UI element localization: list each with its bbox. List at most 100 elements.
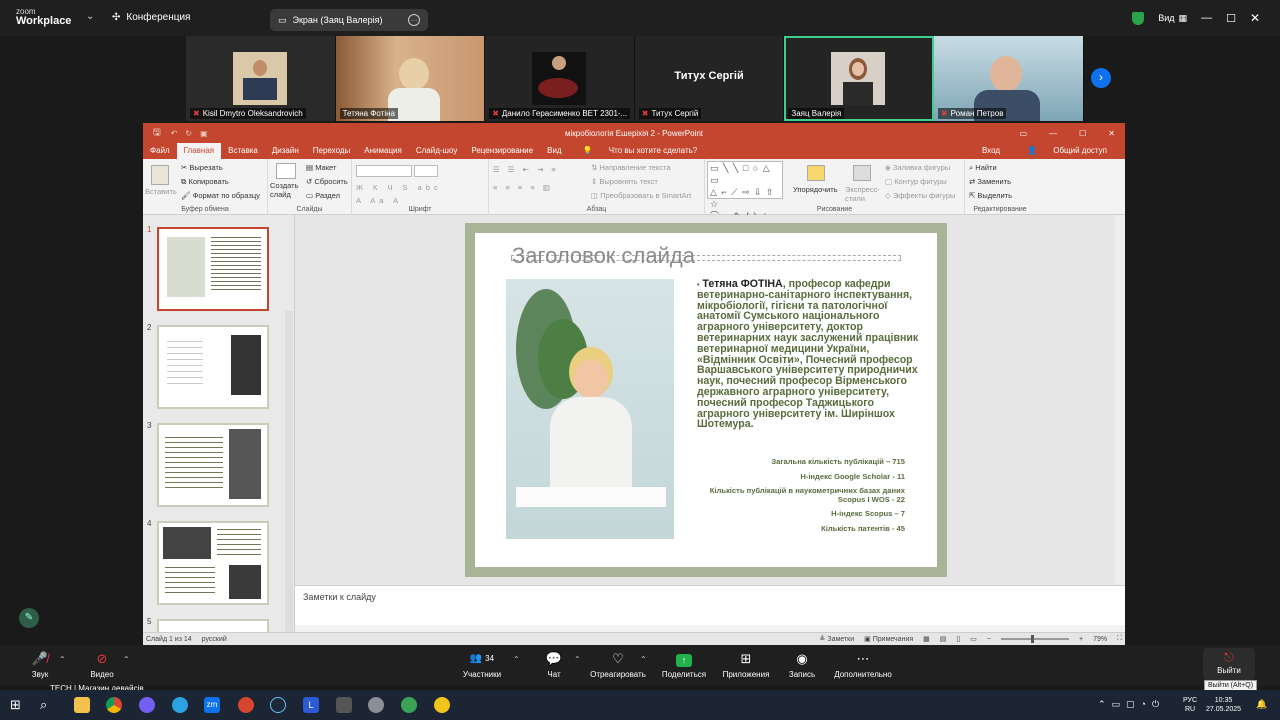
tab-transitions[interactable]: Переходы [306,143,358,159]
react-button[interactable]: ♡ Отреагировать [588,649,648,681]
new-slide-icon[interactable] [276,163,296,179]
zoom-level[interactable]: 79% [1093,636,1107,643]
chrome-icon[interactable] [106,697,122,713]
list-icons[interactable]: ☰ ☰ ⇤ ⇥ ≡ [493,165,559,174]
app-icon[interactable] [434,697,450,713]
tab-home[interactable]: Главная [176,143,222,159]
clock[interactable]: 10:35 27.05.2025 [1206,696,1241,714]
app-icon[interactable] [238,697,254,713]
copy-button[interactable]: ⧉ Копировать [181,177,229,187]
more-icon[interactable]: … [408,14,420,26]
canvas-scrollbar[interactable] [1115,215,1125,585]
signin-link[interactable]: Вход [975,143,1007,159]
participant-tile[interactable]: Титух Сергій ✖ Титух Сергій [634,36,785,121]
share-button[interactable]: ↑ Поделиться [660,649,708,681]
reset-button[interactable]: ↺ Сбросить [306,177,348,186]
layout-button[interactable]: ▤ Макет [306,163,336,172]
participant-tile[interactable]: ✖ Роман Петров [933,36,1084,121]
share-button[interactable]: 👤 Общий доступ [1013,143,1121,159]
cut-button[interactable]: ✂ Вырезать [181,163,223,172]
maximize-button[interactable]: ☐ [1226,12,1236,25]
app-icon[interactable] [336,697,352,713]
chevron-up-icon[interactable]: ⌃ [640,655,647,664]
slide-thumbnail[interactable] [157,619,269,633]
tab-review[interactable]: Рецензирование [464,143,540,159]
zoom-out-button[interactable]: − [987,636,991,643]
notes-toggle[interactable]: ≜ Заметки [820,635,855,643]
tab-design[interactable]: Дизайн [265,143,306,159]
search-icon[interactable]: ⌕ [40,697,56,713]
slide-thumbnail[interactable] [157,423,269,507]
font-size-box[interactable] [414,165,438,177]
participant-tile[interactable]: ✖ Kisil Dmytro Oleksandrovich [186,36,336,121]
annotate-pen-icon[interactable]: ✎ [19,608,39,628]
replace-button[interactable]: ⇄ Заменить [969,177,1011,186]
fit-slide-icon[interactable]: ⛶ [1117,635,1122,643]
align-icons[interactable]: ≡ ≡ ≡ ≡ ▥ [493,183,553,192]
participant-tile[interactable]: ✖ Данило Герасименко ВЕТ 2301-... [485,36,635,121]
slide-thumbnail[interactable] [157,325,269,409]
sorter-view-icon[interactable]: ▤ [940,635,947,643]
slide-thumbnail[interactable] [157,521,269,605]
comments-toggle[interactable]: ▣ Примечания [864,635,913,643]
telegram-icon[interactable] [172,697,188,713]
new-slide-button[interactable]: Создать слайд [270,181,300,199]
participants-button[interactable]: 👥 34 Участники [460,649,504,681]
portrait-photo[interactable] [506,279,674,539]
keyboard-language[interactable]: РУС RU [1183,696,1197,714]
chevron-up-icon[interactable]: ⌃ [59,655,66,664]
paste-icon[interactable] [151,165,169,185]
participant-tile-active[interactable]: Заяц Валерія [784,36,934,121]
participant-tile[interactable]: Тетяна Фотіна [335,36,486,121]
align-text-button[interactable]: ⇕ Выровнять текст [591,177,658,186]
chevron-up-icon[interactable]: ⌃ [123,655,130,664]
find-button[interactable]: ⌕ Найти [969,163,997,173]
smartart-button[interactable]: ◫ Преобразовать в SmartArt [591,191,691,200]
thumbnails-scrollbar[interactable] [285,311,293,633]
arrange-icon[interactable] [807,165,825,181]
exit-button[interactable]: ⎋ Выйти [1203,648,1255,680]
tab-slideshow[interactable]: Слайд-шоу [409,143,464,159]
language-indicator[interactable]: русский [202,636,227,643]
normal-view-icon[interactable]: ▦ [923,635,930,643]
notification-icon[interactable]: 🔔 [1256,699,1267,710]
chevron-up-icon[interactable]: ⌃ [513,655,520,664]
close-button[interactable]: ✕ [1250,11,1260,25]
zoom-in-button[interactable]: + [1079,636,1083,643]
select-button[interactable]: ⇱ Выделить [969,191,1012,200]
paste-button[interactable]: Вставить [145,187,177,196]
tab-animation[interactable]: Анимация [357,143,409,159]
audio-button[interactable]: 🎤̸ Звук [27,649,53,681]
slide-thumbnail[interactable] [157,227,269,311]
shape-fill-button[interactable]: ◈ Заливка фигуры [885,163,950,172]
shield-icon[interactable] [1132,11,1145,25]
steam-icon[interactable] [270,697,286,713]
font-format-icons[interactable]: Ж К Ч S abc [356,183,442,192]
record-button[interactable]: ◉ Запись [786,649,818,681]
current-slide[interactable]: Заголовок слайда • Тетяна ФОТІНА, профес… [465,223,947,577]
next-page-button[interactable]: › [1091,68,1111,88]
font-color-icons[interactable]: A Aa A [356,196,402,205]
tab-insert[interactable]: Вставка [221,143,265,159]
app-icon[interactable] [401,697,417,713]
more-button[interactable]: ⋯ Дополнительно [832,649,894,681]
format-painter-button[interactable]: 🖌 Формат по образцу [181,191,260,200]
chat-button[interactable]: 💬 Чат [540,649,568,681]
shape-outline-button[interactable]: ▢ Контур фигуры [885,177,947,186]
file-explorer-icon[interactable] [74,697,90,713]
minimize-button[interactable]: — [1201,12,1212,24]
shapes-gallery[interactable]: ▭ ╲ ╲ □ ○ △ ▭△ ⌐ ⟋ ⇨ ⇩ ⇧ ☆⌒ ⌢ ✎ { } ☆ [707,161,783,221]
view-button[interactable]: Вид ▦ [1158,13,1187,24]
chevron-up-icon[interactable]: ⌃ [574,655,581,664]
apps-button[interactable]: ⊞ Приложения [718,649,774,681]
reading-view-icon[interactable]: ▯ [956,635,960,643]
slideshow-view-icon[interactable]: ▭ [970,635,977,643]
quick-styles-button[interactable]: Экспресс-стили [845,185,881,203]
app-icon[interactable] [368,697,384,713]
slide-title[interactable]: Заголовок слайда [512,243,695,269]
windows-start-icon[interactable]: ⊞ [10,697,26,713]
zoom-app-icon[interactable]: zm [204,697,220,713]
tab-file[interactable]: Файл [143,143,177,159]
tab-view[interactable]: Вид [540,143,568,159]
conference-menu[interactable]: ✣ Конференция [112,12,190,23]
